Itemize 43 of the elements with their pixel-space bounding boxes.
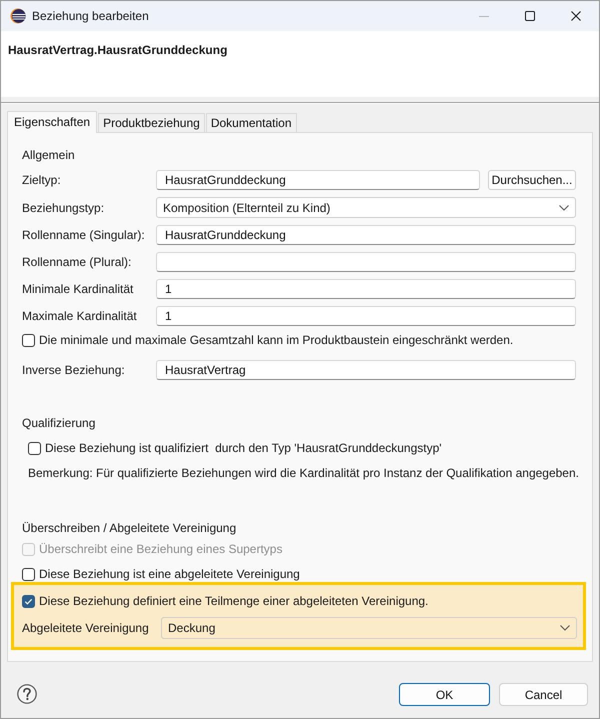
text-field[interactable]: HausratGrunddeckung: [156, 225, 576, 245]
section-title: Qualifizierung: [22, 415, 96, 431]
section-title: Allgemein: [22, 147, 76, 163]
checkbox-label: Diese Beziehung ist qualifiziert durch den Typ 'HausratGrunddeckungstyp': [45, 440, 442, 456]
text-field[interactable]: [156, 252, 576, 272]
field-label: Rollenname (Plural):: [22, 254, 132, 270]
checkbox-label: Diese Beziehung ist eine abgeleitete Vereinigung: [39, 566, 300, 582]
chevron-down-icon: [560, 625, 570, 631]
tab[interactable]: Produktbeziehung: [98, 113, 205, 132]
field-label: Beziehungstyp:: [22, 200, 106, 216]
dialog-button[interactable]: OK: [399, 683, 490, 706]
chevron-down-icon: [559, 204, 569, 210]
text-field[interactable]: 1: [156, 306, 576, 326]
field-label: Inverse Beziehung:: [22, 362, 126, 378]
field-label: Rollenname (Singular):: [22, 227, 146, 243]
tab[interactable]: Eigenschaften: [7, 111, 98, 133]
close-icon[interactable]: [571, 11, 581, 21]
text-field[interactable]: 1: [156, 279, 576, 299]
tab[interactable]: Dokumentation: [206, 113, 297, 132]
dialog-button[interactable]: Cancel: [499, 683, 588, 706]
window-title: Beziehung bearbeiten: [32, 8, 149, 25]
dropdown[interactable]: Komposition (Elternteil zu Kind): [156, 197, 576, 218]
field-label: Zieltyp:: [22, 172, 62, 188]
text-field[interactable]: HausratVertrag: [156, 360, 576, 380]
checkbox[interactable]: [28, 442, 41, 454]
field-label: Maximale Kardinalität: [22, 308, 138, 324]
checkbox-label: Überschreibt eine Beziehung eines Supertyps: [39, 541, 282, 557]
field-label: Abgeleitete Vereinigung: [22, 620, 150, 636]
checkbox-label: Die minimale und maximale Gesamtzahl kann im Produktbaustein eingeschränkt werden.: [39, 332, 514, 348]
field-label: Minimale Kardinalität: [22, 281, 134, 297]
checkbox[interactable]: [22, 334, 35, 346]
checkbox[interactable]: [22, 594, 35, 608]
section-title: Überschreiben / Abgeleitete Vereinigung: [22, 520, 238, 536]
checkbox-label: Diese Beziehung definiert eine Teilmenge einer abgeleiteten Vereinigung.: [39, 593, 428, 609]
maximize-icon[interactable]: [525, 11, 535, 21]
browse-button[interactable]: Durchsuchen...: [488, 170, 576, 190]
text-field[interactable]: HausratGrunddeckung: [156, 170, 480, 190]
checkbox[interactable]: [22, 568, 35, 580]
dialog-heading: HausratVertrag.HausratGrunddeckung: [8, 42, 228, 58]
app-icon: [10, 8, 26, 24]
help-icon[interactable]: [17, 684, 37, 704]
note-text: Bemerkung: Für qualifizierte Beziehungen wird die Kardinalität pro Instanz der Qualifikation angegeben.: [28, 465, 579, 481]
dropdown[interactable]: Deckung: [161, 617, 577, 639]
